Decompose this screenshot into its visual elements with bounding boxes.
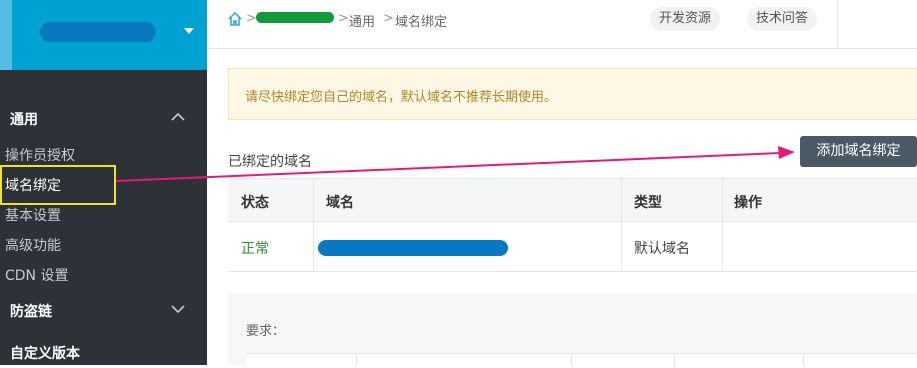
- home-icon[interactable]: [227, 11, 243, 27]
- column-header-domain: 域名: [326, 195, 354, 211]
- sidebar-item-label: 操作员授权: [5, 148, 75, 164]
- requirements-panel: 要求：: [228, 293, 917, 366]
- column-divider: [722, 178, 723, 272]
- sidebar-item-operator-auth[interactable]: 操作员授权: [0, 140, 207, 168]
- column-divider: [674, 354, 675, 366]
- notice-text: 请尽快绑定您自己的域名，默认域名不推荐长期使用。: [245, 90, 558, 105]
- redacted-account-name: [40, 22, 156, 42]
- sidebar-item-label: 高级功能: [5, 238, 61, 254]
- sidebar-section-title: 通用: [10, 112, 38, 128]
- tech-qa-link[interactable]: 技术问答: [747, 7, 818, 31]
- requirements-table: [246, 353, 917, 366]
- dev-resources-link[interactable]: 开发资源: [650, 7, 721, 31]
- accent-strip: [0, 0, 12, 70]
- sidebar-item-basic-settings[interactable]: 基本设置: [0, 200, 207, 228]
- breadcrumb-current: 域名绑定: [395, 15, 448, 30]
- sidebar-section-general[interactable]: 通用: [0, 104, 207, 134]
- status-cell: 正常: [241, 241, 269, 257]
- redacted-breadcrumb-item[interactable]: [256, 12, 334, 23]
- column-divider: [313, 178, 314, 272]
- column-divider: [571, 354, 572, 366]
- chevron-down-icon[interactable]: [171, 302, 185, 316]
- column-divider: [803, 354, 804, 366]
- sidebar-item-cdn-settings[interactable]: CDN 设置: [0, 260, 207, 288]
- column-header-type: 类型: [634, 195, 662, 211]
- sidebar-item-label: 域名绑定: [5, 178, 61, 194]
- requirements-label: 要求：: [246, 324, 286, 339]
- type-cell: 默认域名: [634, 241, 690, 257]
- column-header-status: 状态: [241, 195, 269, 211]
- redacted-domain-cell: [318, 240, 508, 256]
- sidebar-item-label: CDN 设置: [5, 268, 69, 284]
- sidebar-item-advanced[interactable]: 高级功能: [0, 230, 207, 258]
- sidebar: 通用 操作员授权 域名绑定 基本设置 高级功能 CDN 设置 防盗链 自定义版本: [0, 0, 207, 365]
- sidebar-section-hotlink[interactable]: 防盗链: [0, 296, 207, 326]
- add-domain-binding-button[interactable]: 添加域名绑定: [800, 136, 917, 167]
- breadcrumb-item[interactable]: 通用: [349, 11, 375, 30]
- warning-notice: 请尽快绑定您自己的域名，默认域名不推荐长期使用。: [228, 68, 917, 120]
- account-switcher[interactable]: [0, 0, 207, 70]
- header-divider: [837, 0, 838, 48]
- top-header: > > 通用 > 域名绑定 开发资源 技术问答: [207, 0, 917, 49]
- column-divider: [356, 354, 357, 366]
- column-header-actions: 操作: [734, 195, 762, 211]
- table-row: 正常 默认域名: [228, 222, 917, 272]
- column-divider: [621, 178, 622, 272]
- domain-table: 状态 域名 类型 操作 正常 默认域名: [228, 178, 917, 272]
- breadcrumb-separator: >: [383, 11, 394, 26]
- sidebar-item-label: 基本设置: [5, 208, 61, 224]
- sidebar-section-title: 自定义版本: [10, 346, 80, 362]
- sidebar-section-title: 防盗链: [10, 304, 52, 320]
- dropdown-caret-icon[interactable]: [184, 28, 194, 34]
- breadcrumb-separator: >: [338, 11, 349, 26]
- sidebar-section-custom-version[interactable]: 自定义版本: [0, 338, 207, 368]
- table-header: 状态 域名 类型 操作: [228, 178, 917, 222]
- chevron-up-icon[interactable]: [171, 110, 185, 124]
- bound-domains-title: 已绑定的域名: [228, 154, 312, 170]
- sidebar-item-domain-binding[interactable]: 域名绑定: [0, 170, 207, 198]
